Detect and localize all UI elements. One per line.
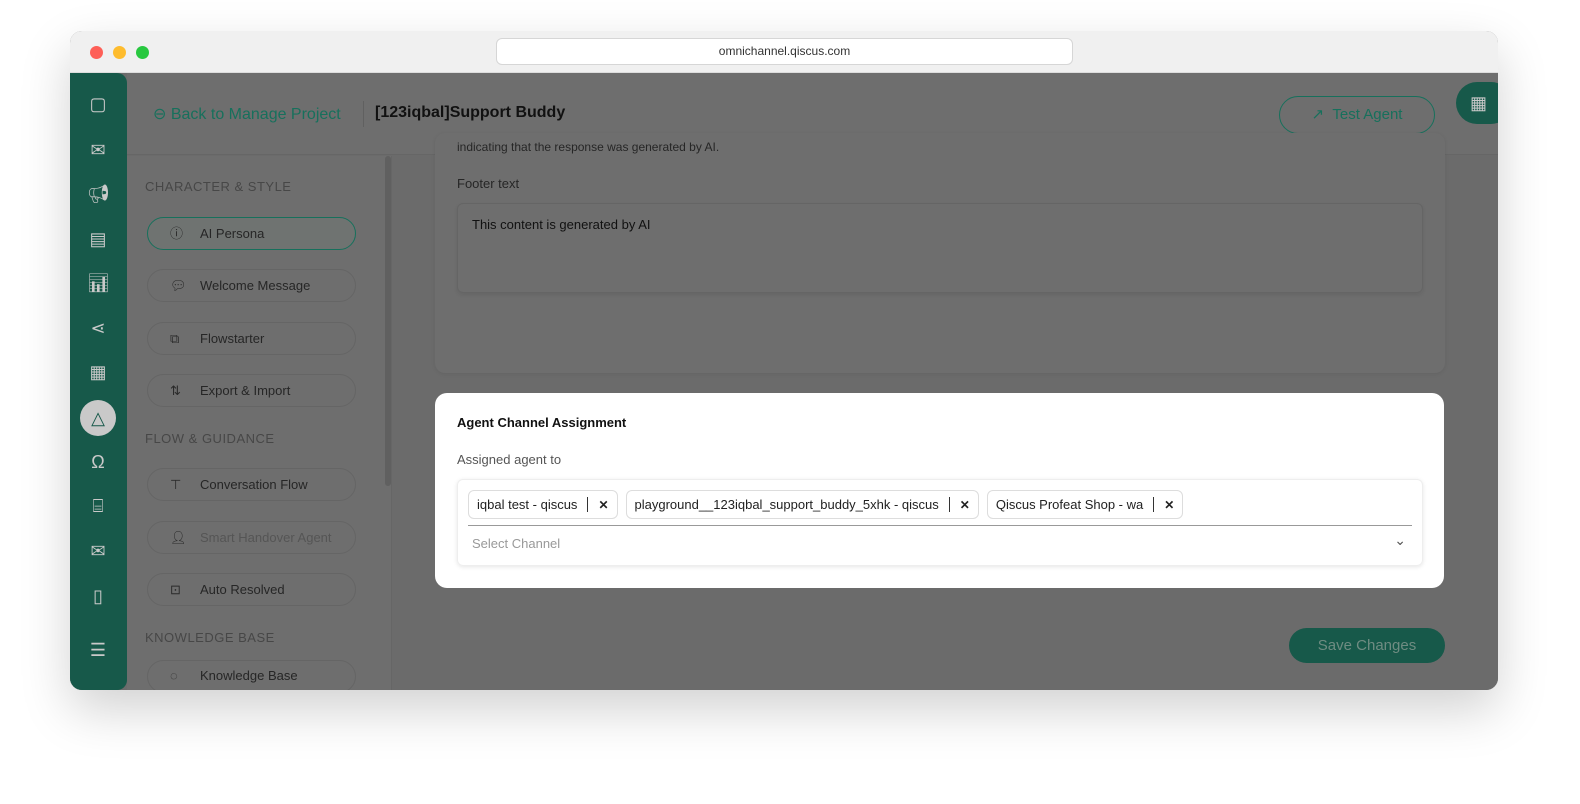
nav-item-auto-resolved[interactable]: ⊡ Auto Resolved: [147, 573, 356, 606]
nav-label: Welcome Message: [200, 278, 311, 293]
save-changes-button[interactable]: Save Changes: [1289, 628, 1445, 663]
chevron-down-icon[interactable]: ⌄: [1394, 532, 1406, 549]
nav-label: Conversation Flow: [200, 477, 308, 492]
remove-chip-icon[interactable]: ✕: [1164, 498, 1174, 512]
select-channel-input[interactable]: Select Channel: [472, 536, 560, 551]
chip-label: Qiscus Profeat Shop - wa: [995, 497, 1144, 512]
section-title: FLOW & GUIDANCE: [145, 431, 275, 446]
nav-label: Flowstarter: [200, 331, 265, 346]
settings-sliders-icon[interactable]: ☰: [87, 639, 109, 661]
nav-label: AI Persona: [200, 226, 265, 241]
back-link[interactable]: ⊖ Back to Manage Project: [153, 104, 341, 124]
info-icon: ⓘ: [170, 226, 184, 241]
flow-icon: ⧉: [170, 331, 180, 346]
nav-item-flowstarter[interactable]: ⧉ Flowstarter: [147, 322, 356, 355]
settings-nav: CHARACTER & STYLE ⓘ AI Persona 💬︎ Welcome …: [127, 156, 392, 690]
hierarchy-icon: ⊤: [170, 477, 182, 492]
footer-text-input[interactable]: This content is generated by AI: [457, 203, 1423, 293]
mail-icon[interactable]: ✉: [87, 139, 109, 161]
nav-item-welcome-message[interactable]: 💬︎ Welcome Message: [147, 269, 356, 302]
remove-chip-icon[interactable]: ✕: [960, 498, 970, 512]
nav-label: Auto Resolved: [200, 582, 285, 597]
apps-icon[interactable]: ▦: [87, 361, 109, 383]
arrows-icon: ⇅: [170, 383, 181, 398]
browser-window: omnichannel.qiscus.com ▢ ✉ 📢︎ ▤ 📊︎ ⋖ ▦ △…: [70, 31, 1498, 690]
ai-footer-card: indicating that the response was generat…: [435, 133, 1445, 373]
nav-scrollbar[interactable]: [385, 156, 391, 486]
chat-icon: 💬︎: [170, 278, 187, 293]
nav-label: Smart Handover Agent: [200, 530, 332, 545]
browser-titlebar: omnichannel.qiscus.com: [70, 31, 1498, 73]
inbox-icon[interactable]: ✉: [87, 540, 109, 562]
url-bar[interactable]: omnichannel.qiscus.com: [496, 38, 1073, 65]
page-title: [123iqbal]Support Buddy: [375, 104, 566, 121]
agent-icon[interactable]: Ω: [87, 451, 109, 473]
analytics-icon[interactable]: 📊︎: [87, 272, 110, 294]
chat-check-icon: ⊡: [170, 582, 181, 597]
ticket-icon[interactable]: ⌸: [87, 495, 109, 517]
agent-channel-modal: Agent Channel Assignment Assigned agent …: [435, 393, 1444, 588]
close-window-button[interactable]: [90, 46, 103, 59]
icon-sidebar: ▢ ✉ 📢︎ ▤ 📊︎ ⋖ ▦ △ Ω ⌸ ✉ ▯ ☰: [70, 73, 127, 690]
bulb-icon: ◌: [170, 668, 178, 683]
nav-label: Export & Import: [200, 383, 291, 398]
channel-chip: playground__123iqbal_support_buddy_5xhk …: [625, 490, 979, 519]
test-agent-label: Test Agent: [1332, 106, 1403, 123]
back-label: Back to Manage Project: [170, 106, 341, 123]
divider: [363, 101, 364, 127]
chip-label: iqbal test - qiscus: [477, 497, 578, 512]
maximize-window-button[interactable]: [136, 46, 149, 59]
channel-multiselect[interactable]: iqbal test - qiscus ✕ playground__123iqba…: [457, 479, 1423, 566]
chip-label: playground__123iqbal_support_buddy_5xhk …: [634, 497, 939, 512]
mobile-icon[interactable]: ▯: [87, 585, 109, 607]
user-check-icon: 👤︎: [170, 530, 187, 545]
nav-item-knowledge-base[interactable]: ◌ Knowledge Base: [147, 660, 356, 690]
nav-label: Knowledge Base: [200, 668, 298, 683]
share-icon[interactable]: ⋖: [87, 317, 109, 339]
description-text: indicating that the response was generat…: [457, 140, 720, 154]
nav-item-export-import[interactable]: ⇅ Export & Import: [147, 374, 356, 407]
external-link-icon: ↗: [1311, 106, 1325, 123]
megaphone-icon[interactable]: 📢︎: [87, 183, 110, 205]
modal-title: Agent Channel Assignment: [457, 415, 627, 430]
apps-grid-button[interactable]: ▦: [1456, 82, 1498, 124]
section-title: KNOWLEDGE BASE: [145, 630, 275, 645]
assigned-label: Assigned agent to: [457, 452, 562, 467]
channel-chip: Qiscus Profeat Shop - wa ✕: [986, 490, 1184, 519]
remove-chip-icon[interactable]: ✕: [598, 498, 608, 512]
channel-chip: iqbal test - qiscus ✕: [468, 490, 618, 519]
test-agent-button[interactable]: ↗ Test Agent: [1279, 96, 1435, 134]
app-dimmed-by-modal[interactable]: ▢ ✉ 📢︎ ▤ 📊︎ ⋖ ▦ △ Ω ⌸ ✉ ▯ ☰ ⊖ Back to Ma…: [70, 73, 1498, 690]
nav-item-smart-handover[interactable]: 👤︎ Smart Handover Agent: [147, 521, 356, 554]
nav-item-conversation-flow[interactable]: ⊤ Conversation Flow: [147, 468, 356, 501]
ai-agent-icon[interactable]: △: [80, 400, 116, 436]
chat-logo-icon[interactable]: ▢: [87, 93, 109, 115]
nav-item-ai-persona[interactable]: ⓘ AI Persona: [147, 217, 356, 250]
contact-card-icon[interactable]: ▤: [87, 228, 109, 250]
minimize-window-button[interactable]: [113, 46, 126, 59]
footer-label: Footer text: [457, 176, 520, 191]
selected-chips: iqbal test - qiscus ✕ playground__123iqba…: [468, 490, 1412, 526]
arrow-left-circle-icon: ⊖: [153, 106, 167, 123]
section-title: CHARACTER & STYLE: [145, 179, 292, 194]
